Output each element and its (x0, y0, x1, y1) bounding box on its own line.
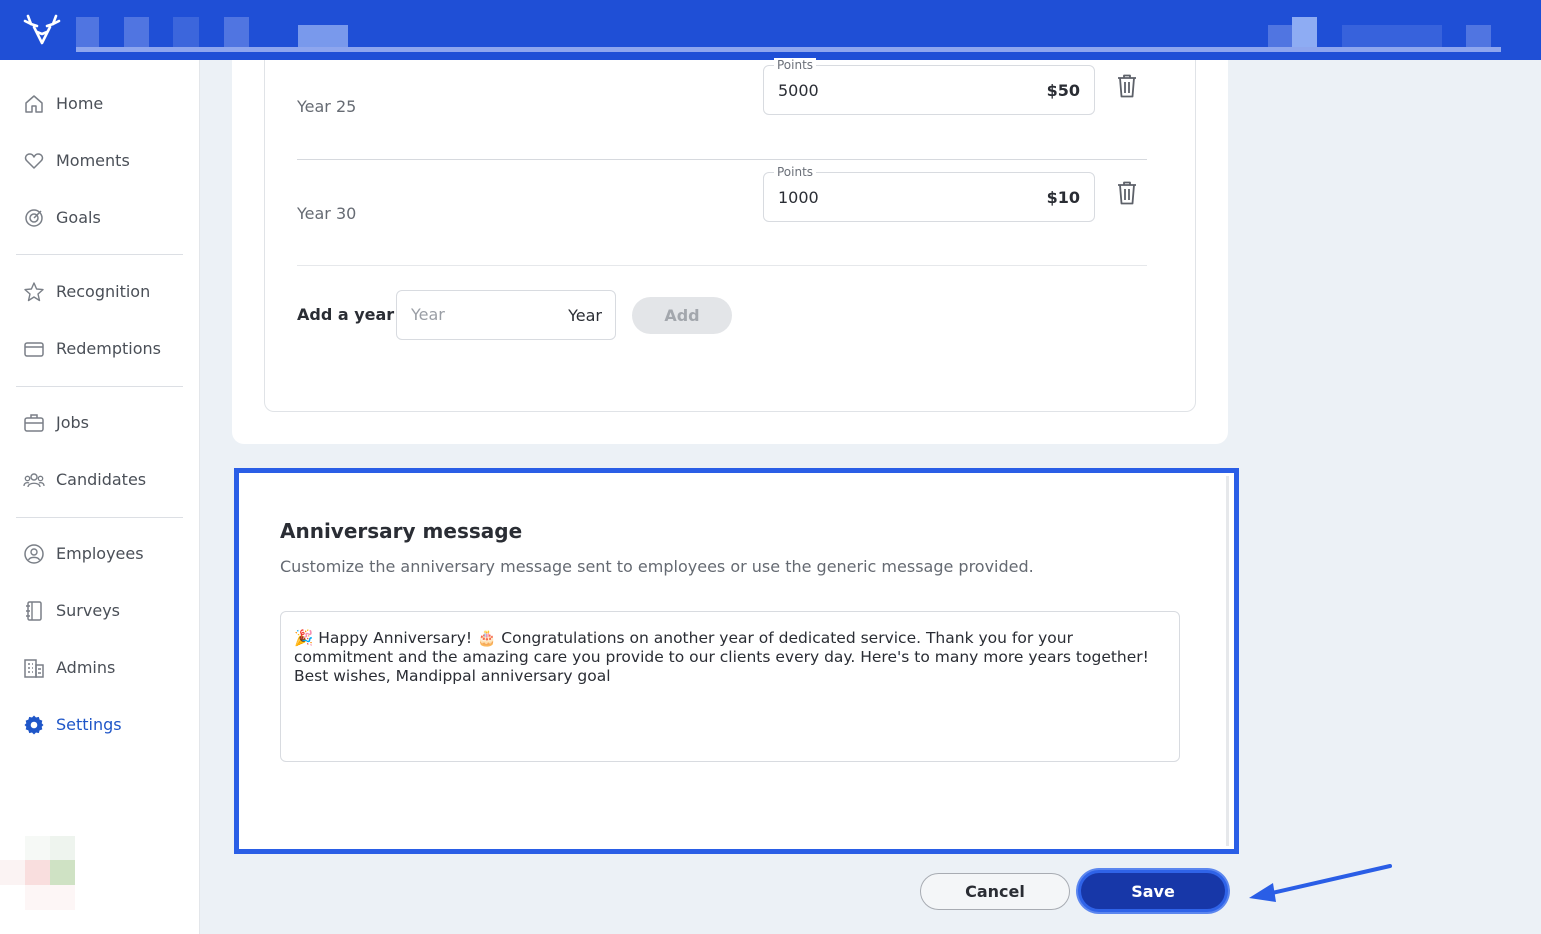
blurred-header-block (1342, 25, 1442, 48)
sidebar-item-candidates[interactable]: Candidates (0, 460, 199, 500)
points-field-label: Points (774, 165, 817, 179)
cancel-button[interactable]: Cancel (920, 873, 1070, 910)
arrow-annotation-icon (1249, 864, 1392, 902)
sidebar: Home Moments Goals Recognition Redemptio… (0, 60, 200, 934)
user-circle-icon (24, 544, 44, 564)
sidebar-item-surveys[interactable]: Surveys (0, 591, 199, 631)
avatar[interactable] (0, 836, 76, 910)
trash-icon[interactable] (1115, 180, 1139, 206)
blurred-header-block (1268, 25, 1292, 48)
points-dollar-value: $10 (1046, 188, 1080, 207)
blurred-header-block (224, 17, 249, 48)
header-underline (76, 47, 1501, 52)
blurred-header-block (298, 25, 348, 48)
points-value[interactable]: 1000 (778, 188, 819, 207)
save-button[interactable]: Save (1078, 870, 1228, 912)
year-input[interactable] (411, 305, 551, 324)
blurred-header-block (76, 17, 99, 48)
add-year-button[interactable]: Add (632, 297, 732, 334)
points-field[interactable]: Points 1000 $10 (763, 165, 1095, 222)
sidebar-item-jobs[interactable]: Jobs (0, 403, 199, 443)
sidebar-item-label: Surveys (56, 601, 120, 620)
target-icon (25, 209, 43, 227)
gear-icon (24, 715, 44, 735)
sidebar-item-label: Admins (56, 658, 116, 677)
sidebar-item-label: Jobs (56, 413, 89, 432)
building-icon (24, 659, 44, 678)
sidebar-item-label: Candidates (56, 470, 147, 489)
sidebar-divider (16, 517, 183, 518)
year-field[interactable]: Year (396, 290, 616, 340)
blurred-header-block (124, 17, 149, 48)
sidebar-item-label: Goals (56, 208, 101, 227)
blurred-header-block (1292, 17, 1317, 48)
deer-logo-icon[interactable] (22, 12, 62, 48)
card-icon (24, 342, 44, 357)
sidebar-item-redemptions[interactable]: Redemptions (0, 329, 199, 369)
sidebar-item-label: Settings (56, 715, 122, 734)
heart-icon (24, 153, 44, 169)
sidebar-item-label: Home (56, 94, 104, 113)
scrollbar[interactable] (1226, 476, 1229, 846)
sidebar-item-label: Redemptions (56, 339, 161, 358)
notebook-icon (26, 601, 42, 621)
people-icon (23, 473, 45, 488)
sidebar-item-admins[interactable]: Admins (0, 648, 199, 688)
sidebar-item-label: Recognition (56, 282, 151, 301)
row-divider (297, 265, 1147, 266)
sidebar-item-recognition[interactable]: Recognition (0, 272, 199, 312)
sidebar-divider (16, 254, 183, 255)
sidebar-item-goals[interactable]: Goals (0, 198, 199, 238)
trash-icon[interactable] (1115, 73, 1139, 99)
anniversary-message-textarea[interactable]: 🎉 Happy Anniversary! 🎂 Congratulations o… (280, 611, 1180, 762)
sidebar-item-moments[interactable]: Moments (0, 141, 199, 181)
points-value[interactable]: 5000 (778, 81, 819, 100)
section-description: Customize the anniversary message sent t… (280, 557, 1034, 576)
row-divider (297, 159, 1147, 160)
points-dollar-value: $50 (1046, 81, 1080, 100)
sidebar-item-label: Moments (56, 151, 130, 170)
sidebar-item-employees[interactable]: Employees (0, 534, 199, 574)
briefcase-icon (24, 414, 44, 432)
blurred-header-block (173, 17, 199, 48)
points-field[interactable]: Points 5000 $50 (763, 58, 1095, 115)
sidebar-item-label: Employees (56, 544, 144, 563)
milestone-year-label: Year 30 (297, 204, 357, 223)
add-year-label: Add a year (297, 305, 395, 324)
points-field-label: Points (774, 58, 817, 72)
section-title: Anniversary message (280, 519, 523, 543)
star-icon (24, 282, 44, 302)
sidebar-item-home[interactable]: Home (0, 84, 199, 124)
year-suffix: Year (568, 306, 602, 325)
top-bar (0, 0, 1541, 60)
sidebar-item-settings[interactable]: Settings (0, 705, 199, 745)
milestone-year-label: Year 25 (297, 97, 357, 116)
home-icon (25, 95, 43, 113)
sidebar-divider (16, 386, 183, 387)
blurred-header-block (1466, 25, 1491, 48)
